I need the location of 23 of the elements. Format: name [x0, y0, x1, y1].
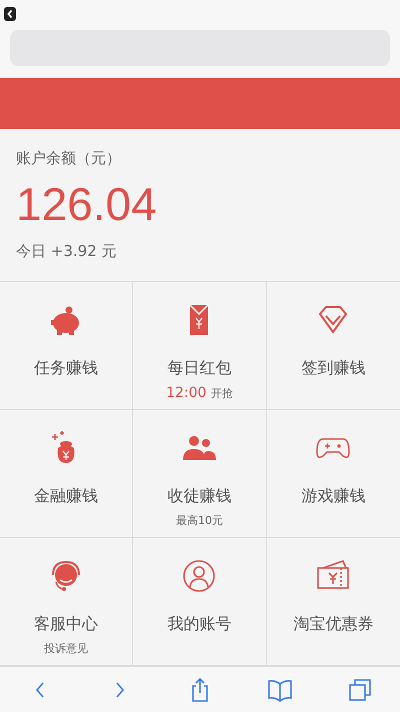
menu-tile[interactable]: 签到赚钱 — [266, 282, 400, 410]
tile-label: 每日红包 — [167, 358, 232, 380]
tile-note: 12:00 开抢 — [166, 385, 233, 402]
tile-label: 任务赚钱 — [34, 358, 98, 380]
menu-tile[interactable]: 每日红包 12:00 开抢 — [133, 282, 267, 410]
tile-label: 客服中心 — [34, 614, 98, 636]
balance-label: 账户余额（元） — [16, 149, 122, 168]
tile-label: 淘宝优惠券 — [293, 614, 374, 636]
today-earnings: 今日 +3.92 元 — [16, 242, 118, 262]
tile-note: 最高10元 — [176, 513, 223, 528]
tile-label: 收徒赚钱 — [167, 486, 232, 508]
user-circle-icon — [181, 558, 218, 594]
tile-label: 签到赚钱 — [301, 358, 366, 380]
tile-note: 投诉意见 — [44, 641, 88, 656]
tile-label: 我的账号 — [167, 614, 232, 636]
menu-tile[interactable]: 任务赚钱 — [0, 282, 134, 410]
menu-tile[interactable]: 游戏赚钱 — [266, 410, 400, 538]
tile-label: 金融赚钱 — [34, 486, 98, 508]
menu-tile[interactable]: 金融赚钱 — [0, 410, 134, 538]
back-icon[interactable] — [4, 6, 16, 21]
menu-tile[interactable]: 收徒赚钱 最高10元 — [133, 410, 267, 538]
tile-label: 游戏赚钱 — [301, 486, 366, 508]
balance-amount: 126.04 — [16, 177, 158, 232]
